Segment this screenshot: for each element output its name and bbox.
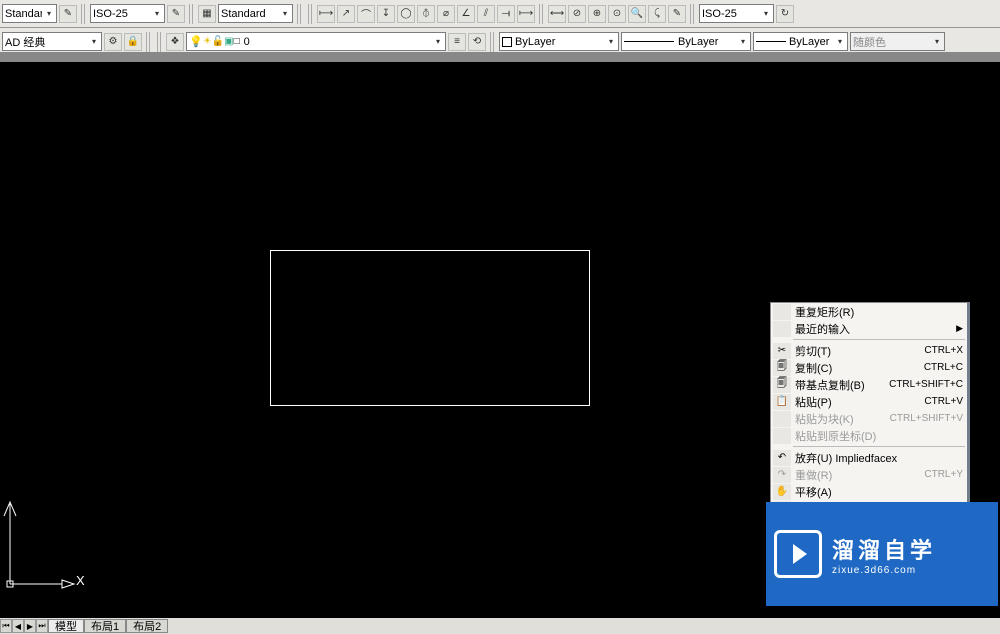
dim-angular-icon[interactable]: ∠ — [457, 5, 475, 23]
menu-paste-orig: 粘贴到原坐标(D) — [771, 427, 967, 444]
dim-edit-icon[interactable]: ✎ — [668, 5, 686, 23]
hand-icon: ✋ — [773, 484, 791, 500]
toolbar-grip — [157, 32, 162, 52]
tab-layout2[interactable]: 布局2 — [126, 619, 168, 633]
layer-states-icon[interactable]: ≡ — [448, 33, 466, 51]
menu-copy-base[interactable]: 🗐带基点复制(B)CTRL+SHIFT+C — [771, 376, 967, 393]
ucs-x-label: X — [76, 573, 85, 588]
linetype-dropdown[interactable]: ByLayer▾ — [621, 32, 751, 51]
copy-icon: 🗐 — [773, 360, 791, 376]
workspace-dropdown[interactable]: AD 经典▾ — [2, 32, 102, 51]
dim-jog-icon[interactable]: ⦽ — [417, 5, 435, 23]
dim-update-icon[interactable]: ↻ — [776, 5, 794, 23]
tab-nav-next[interactable]: ▶ — [24, 619, 36, 633]
table-style-icon[interactable]: ▦ — [198, 5, 216, 23]
toolbar-grip — [189, 4, 194, 24]
menu-copy[interactable]: 🗐复制(C)CTRL+C — [771, 359, 967, 376]
rectangle-object[interactable] — [270, 250, 590, 406]
toolbar-grip — [146, 32, 151, 52]
menu-redo: ↷重做(R)CTRL+Y — [771, 466, 967, 483]
submenu-arrow-icon: ▶ — [956, 323, 963, 334]
paste-icon: 📋 — [773, 394, 791, 410]
table-style-dropdown[interactable]: Standard▾ — [218, 4, 293, 23]
copy-base-icon: 🗐 — [773, 377, 791, 393]
tab-nav-last[interactable]: ⏭ — [36, 619, 48, 633]
dim-jogline-icon[interactable]: ⤹ — [648, 5, 666, 23]
workspace-settings-icon[interactable]: ⚙ — [104, 33, 122, 51]
text-style-dropdown[interactable]: Standard▾ — [2, 4, 57, 23]
dim-style-dropdown-2[interactable]: ISO-25▾ — [699, 4, 774, 23]
menu-separator — [793, 446, 965, 447]
menu-separator — [793, 339, 965, 340]
toolbar-styles-row: Standard▾ ✎ ISO-25▾ ✎ ▦ Standard▾ ⟼ ↗ ⌒ … — [0, 0, 1000, 28]
dim-style-dropdown[interactable]: ISO-25▾ — [90, 4, 165, 23]
undo-icon: ↶ — [773, 450, 791, 466]
menu-recent-input[interactable]: 最近的输入▶ — [771, 320, 967, 337]
dim-break-icon[interactable]: ⊘ — [568, 5, 586, 23]
watermark-banner: 溜溜自学 zixue.3d66.com — [766, 502, 998, 606]
inspect-icon[interactable]: 🔍 — [628, 5, 646, 23]
dim-diameter-icon[interactable]: ⌀ — [437, 5, 455, 23]
watermark-url: zixue.3d66.com — [832, 565, 936, 576]
toolbar-grip — [690, 4, 695, 24]
layer-dropdown[interactable]: 💡 ☀ 🔓 ▣ □ 0 ▾ — [186, 32, 446, 51]
layout-tabs-bar: ⏮ ◀ ▶ ⏭ 模型 布局1 布局2 — [0, 618, 1000, 634]
redo-icon: ↷ — [773, 467, 791, 483]
tab-model[interactable]: 模型 — [48, 619, 84, 633]
color-dropdown[interactable]: ByLayer▾ — [499, 32, 619, 51]
dim-radius-icon[interactable]: ◯ — [397, 5, 415, 23]
workspace-lock-icon[interactable]: 🔒 — [124, 33, 142, 51]
toolbar-grip — [539, 4, 544, 24]
text-style-edit-icon[interactable]: ✎ — [59, 5, 77, 23]
watermark-title: 溜溜自学 — [832, 533, 936, 565]
scissors-icon: ✂ — [773, 343, 791, 359]
plotstyle-dropdown[interactable]: 随颜色▾ — [850, 32, 945, 51]
menu-paste-block: 粘贴为块(K)CTRL+SHIFT+V — [771, 410, 967, 427]
toolbar-grip — [297, 4, 302, 24]
dim-quick-icon[interactable]: ⫽ — [477, 5, 495, 23]
dim-ordinate-icon[interactable]: ↧ — [377, 5, 395, 23]
menu-paste[interactable]: 📋粘贴(P)CTRL+V — [771, 393, 967, 410]
drawing-canvas[interactable]: X Y 重复矩形(R) 最近的输入▶ ✂剪切(T)CTRL+X 🗐复制(C)CT… — [0, 52, 1000, 618]
menu-repeat[interactable]: 重复矩形(R) — [771, 303, 967, 320]
dim-continue-icon[interactable]: ⟼ — [517, 5, 535, 23]
tolerance-icon[interactable]: ⊕ — [588, 5, 606, 23]
dim-baseline-icon[interactable]: ⟞ — [497, 5, 515, 23]
layer-prev-icon[interactable]: ⟲ — [468, 33, 486, 51]
toolbar-grip — [81, 4, 86, 24]
dim-aligned-icon[interactable]: ↗ — [337, 5, 355, 23]
toolbar-grip — [308, 4, 313, 24]
play-icon — [774, 530, 822, 578]
dim-linear-icon[interactable]: ⟼ — [317, 5, 335, 23]
canvas-top-edge — [0, 52, 1000, 62]
menu-pan[interactable]: ✋平移(A) — [771, 483, 967, 500]
layer-manager-icon[interactable]: ❖ — [166, 33, 184, 51]
dim-space-icon[interactable]: ⟷ — [548, 5, 566, 23]
menu-undo[interactable]: ↶放弃(U) Impliedfacex — [771, 449, 967, 466]
tab-nav-prev[interactable]: ◀ — [12, 619, 24, 633]
toolbar-grip — [490, 32, 495, 52]
dim-style-edit-icon[interactable]: ✎ — [167, 5, 185, 23]
center-mark-icon[interactable]: ⊙ — [608, 5, 626, 23]
menu-cut[interactable]: ✂剪切(T)CTRL+X — [771, 342, 967, 359]
tab-nav-first[interactable]: ⏮ — [0, 619, 12, 633]
dim-arc-icon[interactable]: ⌒ — [357, 5, 375, 23]
tab-layout1[interactable]: 布局1 — [84, 619, 126, 633]
lineweight-dropdown[interactable]: ByLayer▾ — [753, 32, 848, 51]
